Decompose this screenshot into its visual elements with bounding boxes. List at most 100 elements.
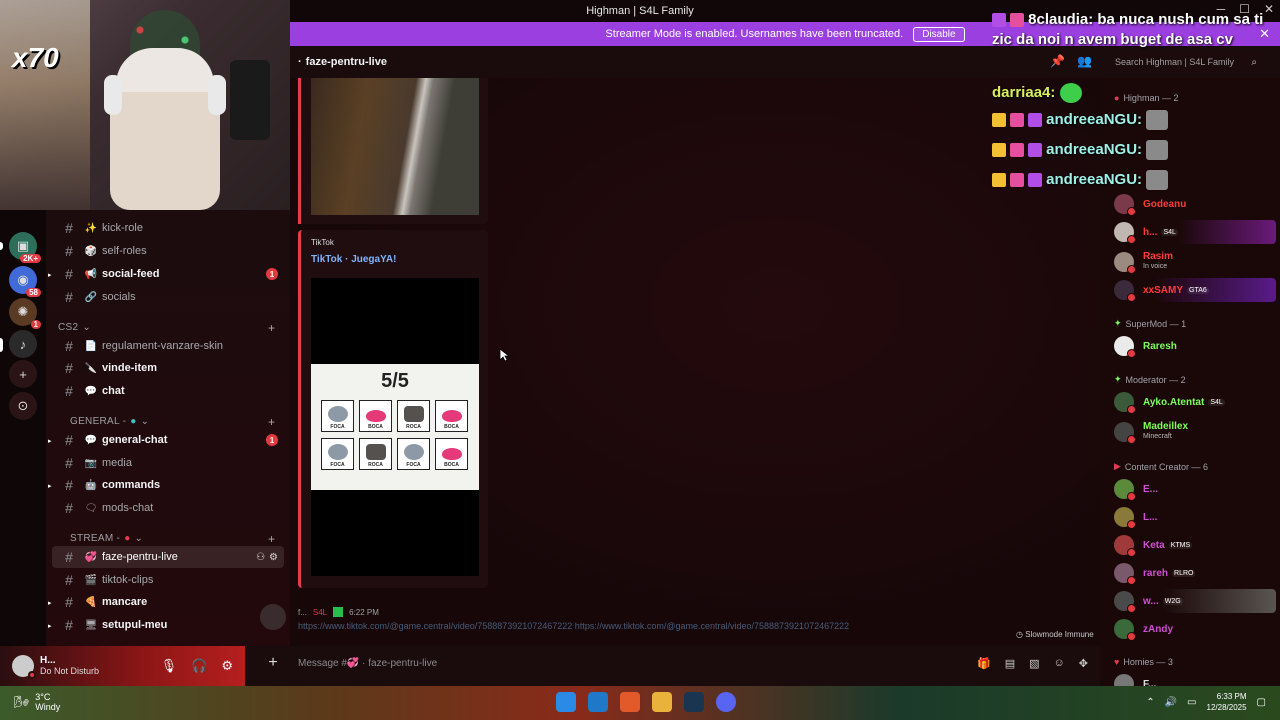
channel-label: self-roles bbox=[102, 245, 147, 257]
avatar[interactable] bbox=[260, 604, 286, 630]
member-item[interactable]: Madeillex Minecraft bbox=[1114, 420, 1276, 444]
avatar bbox=[1114, 222, 1136, 244]
channel-emoji: 🎲 bbox=[84, 245, 98, 257]
category-cs2[interactable]: CS2 ⌄ + bbox=[58, 321, 275, 335]
member-group-header: ♥ Homies — 3 bbox=[1114, 657, 1173, 667]
avatar bbox=[1114, 479, 1136, 501]
sticker-icon[interactable]: ▧ bbox=[1029, 657, 1039, 670]
server-icon[interactable]: ◉ 58 bbox=[9, 266, 41, 297]
member-item[interactable]: h... S4L bbox=[1114, 220, 1276, 244]
member-item[interactable]: Rasim In voice bbox=[1114, 250, 1276, 274]
start-icon[interactable] bbox=[556, 692, 576, 712]
member-item[interactable]: L... bbox=[1114, 505, 1276, 529]
channel-item[interactable]: # 💬 chat bbox=[52, 380, 284, 402]
add-channel-icon[interactable]: + bbox=[268, 321, 275, 335]
add-channel-icon[interactable]: + bbox=[268, 532, 275, 546]
member-item[interactable]: rareh RLRO bbox=[1114, 561, 1276, 585]
channel-item[interactable]: ▸ # 💬 general-chat 1 bbox=[48, 429, 284, 451]
member-item[interactable]: E... bbox=[1114, 477, 1276, 501]
discover-icon[interactable]: ⊙ bbox=[9, 392, 37, 420]
game-tile: FOCA bbox=[321, 438, 354, 470]
gif-icon[interactable]: ▤ bbox=[1005, 657, 1015, 670]
member-item[interactable]: zAndy bbox=[1114, 617, 1276, 641]
category-general[interactable]: GENERAL - ● ⌄ + bbox=[70, 415, 275, 429]
channel-item[interactable]: # 📷 media bbox=[52, 452, 284, 474]
embed-image[interactable] bbox=[311, 78, 479, 215]
invite-icon[interactable]: ⚇ bbox=[256, 552, 265, 563]
slowmode-indicator: ◷ Slowmode Immune bbox=[1016, 630, 1094, 639]
channel-item[interactable]: # 🔗 socials bbox=[52, 286, 284, 308]
gift-icon[interactable]: 🎁 bbox=[977, 657, 991, 670]
avatar[interactable] bbox=[12, 655, 36, 679]
embed-video[interactable]: 5/5 FOCA BOCA ROCA BOCA FOCA ROCA FOCA B… bbox=[311, 278, 479, 576]
headphones-icon[interactable]: 🎧 bbox=[191, 658, 207, 674]
member-item[interactable]: Raresh bbox=[1114, 334, 1276, 358]
channel-item[interactable]: # 📄 regulament-vanzare-skin bbox=[52, 335, 284, 357]
category-stream[interactable]: STREAM - ● ⌄ + bbox=[70, 532, 275, 546]
hash-icon: # bbox=[65, 383, 73, 399]
channel-item[interactable]: ▸ # 🖥 setupul-meu bbox=[48, 614, 284, 636]
member-item[interactable]: Keta KTMS bbox=[1114, 533, 1276, 557]
avatar bbox=[1114, 422, 1136, 444]
channel-item[interactable]: ▸ # 🤖 commands bbox=[48, 474, 284, 496]
gear-icon[interactable]: ⚙ bbox=[221, 658, 233, 674]
channel-item[interactable]: # 🎲 self-roles bbox=[52, 240, 284, 262]
steam-icon[interactable] bbox=[684, 692, 704, 712]
game-tile: BOCA bbox=[435, 400, 468, 432]
chat-line: andreeaNGU: bbox=[992, 140, 1169, 161]
server-icon[interactable]: ✺ 1 bbox=[9, 298, 41, 329]
member-item[interactable]: xxSAMY GTA6 bbox=[1114, 278, 1276, 302]
member-name: Keta bbox=[1143, 539, 1165, 551]
channel-item[interactable]: ▸ # 🍕 mancare bbox=[48, 591, 284, 613]
game-tile: FOCA bbox=[321, 400, 354, 432]
webcam-microphone bbox=[230, 60, 270, 140]
chat-username: andreeaNGU: bbox=[1046, 171, 1143, 188]
member-item[interactable]: Ayko.Atentat S4L bbox=[1114, 390, 1276, 414]
channel-item[interactable]: # 🗨 mods-chat bbox=[52, 497, 284, 519]
clock[interactable]: 6:33 PM 12/28/2025 bbox=[1207, 691, 1247, 713]
add-attachment-icon[interactable]: + bbox=[258, 654, 288, 672]
microphone-icon[interactable]: 🎙 bbox=[161, 658, 178, 674]
gear-icon[interactable]: ⚙ bbox=[269, 552, 278, 563]
user-info[interactable]: H... Do Not Disturb bbox=[40, 655, 99, 677]
channel-item[interactable]: ▸ # 📢 social-feed 1 bbox=[48, 263, 284, 285]
network-icon[interactable]: ▭ bbox=[1187, 697, 1196, 708]
notification-icon[interactable]: ▢ bbox=[1257, 697, 1266, 708]
weather-widget[interactable]: 🌬 3°C Windy bbox=[14, 692, 60, 712]
member-item[interactable]: w... W2G bbox=[1114, 589, 1276, 613]
message-item: f... S4L 6:22 PM https://www.tiktok.com/… bbox=[260, 602, 1100, 642]
channel-item-selected[interactable]: # 💞 faze-pentru-live ⚇ ⚙ bbox=[52, 546, 284, 568]
discord-icon[interactable] bbox=[716, 692, 736, 712]
channel-item[interactable]: # 🔪 vinde-item bbox=[52, 357, 284, 379]
webcam-headphones-right bbox=[208, 75, 226, 115]
channel-item[interactable]: # ✨ kick-role bbox=[52, 217, 284, 239]
emoji-icon[interactable]: ☺ bbox=[1054, 657, 1065, 670]
channel-item[interactable]: # 🎬 tiktok-clips bbox=[52, 569, 284, 591]
hash-icon: # bbox=[65, 594, 73, 610]
user-status: Do Not Disturb bbox=[40, 666, 100, 676]
message-input[interactable]: Message #💞 · faze-pentru-live bbox=[298, 658, 437, 669]
disable-streamer-mode-button[interactable]: Disable bbox=[913, 26, 965, 42]
group-label: Homies — 3 bbox=[1123, 657, 1173, 667]
add-server-icon[interactable]: + bbox=[9, 360, 37, 388]
member-name: E... bbox=[1143, 483, 1159, 495]
add-channel-icon[interactable]: + bbox=[268, 415, 275, 429]
guild-tag: RLRO bbox=[1172, 569, 1196, 577]
message-link[interactable]: https://www.tiktok.com/@game.central/vid… bbox=[298, 621, 849, 631]
volume-icon[interactable]: 🔊 bbox=[1165, 697, 1177, 708]
apps-icon[interactable]: ✥ bbox=[1079, 657, 1088, 670]
member-activity: In voice bbox=[1143, 263, 1168, 270]
message-header: f... S4L 6:22 PM bbox=[298, 607, 379, 617]
store-icon[interactable] bbox=[588, 692, 608, 712]
member-name: xxSAMY bbox=[1143, 284, 1184, 296]
member-item[interactable]: Godeanu bbox=[1114, 192, 1276, 216]
chevron-up-icon[interactable]: ⌃ bbox=[1146, 697, 1154, 708]
server-icon[interactable]: ▣ 2K+ bbox=[9, 232, 41, 263]
server-icon[interactable]: ♪ bbox=[9, 330, 37, 358]
explorer-icon[interactable] bbox=[652, 692, 672, 712]
brave-icon[interactable] bbox=[620, 692, 640, 712]
avatar bbox=[1114, 591, 1136, 613]
avatar bbox=[1114, 507, 1136, 529]
embed-title-link[interactable]: TikTok · JuegaYA! bbox=[311, 254, 396, 265]
message-author[interactable]: f... bbox=[298, 608, 307, 617]
